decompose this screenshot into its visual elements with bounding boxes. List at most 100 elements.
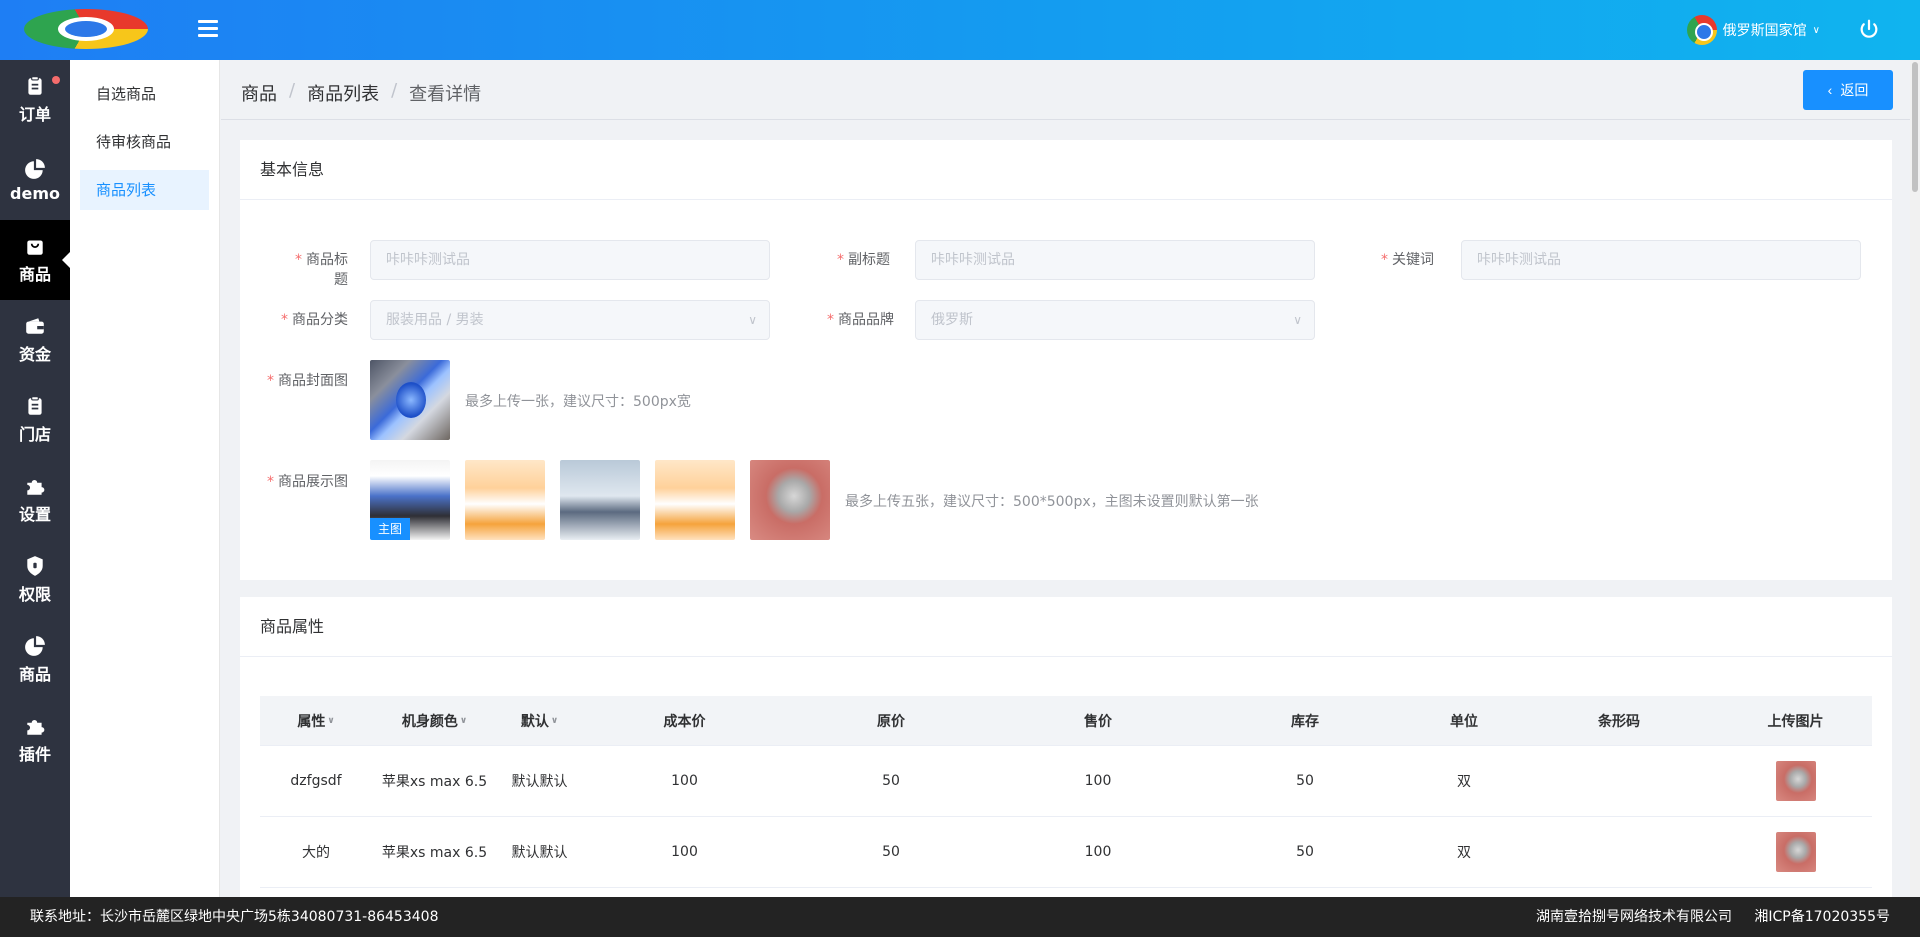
cell-cost: 100 (671, 773, 698, 789)
table-row: dzfgsdf 苹果xs max 6.5 默认默认 100 50 100 50 … (260, 746, 1872, 817)
sidebar-item-label: 商品 (18, 265, 51, 284)
sidebar-item-plugins[interactable]: 插件 (0, 700, 70, 780)
cover-image[interactable] (370, 360, 450, 440)
column-header: 售价 (1084, 713, 1112, 730)
field-label: * 商品分类 (281, 312, 348, 328)
category-select[interactable]: 服装用品 / 男装 ∨ (370, 300, 770, 340)
main-image-badge: 主图 (370, 518, 410, 540)
breadcrumb-separator: / (391, 80, 398, 101)
cell-price: 100 (1084, 773, 1112, 789)
brand-select[interactable]: 俄罗斯 ∨ (915, 300, 1315, 340)
sidebar-item-orders[interactable]: 订单 (0, 60, 70, 140)
sidebar-item-demo[interactable]: demo (0, 140, 70, 220)
sidebar-item-funds[interactable]: 资金 (0, 300, 70, 380)
column-header: 原价 (877, 713, 905, 730)
column-header: 成本价 (663, 713, 706, 730)
sidebar-item-label: demo (10, 183, 60, 203)
category-select-value: 服装用品 / 男装 (386, 312, 484, 328)
chevron-down-icon: ∨ (748, 313, 757, 327)
scrollbar-thumb[interactable] (1912, 62, 1918, 192)
sidebar-item-label: 设置 (18, 505, 51, 524)
cell-default: 默认默认 (511, 774, 568, 790)
sidebar-item-settings[interactable]: 设置 (0, 460, 70, 540)
product-title-input[interactable]: 咔咔咔测试品 (370, 240, 770, 280)
clipboard-icon (28, 76, 42, 95)
top-header: 俄罗斯国家馆 ∨ (0, 0, 1920, 60)
submenu-item-pending-review[interactable]: 待审核商品 (80, 122, 209, 162)
attributes-card: 商品属性 属性 ∨ 机身颜色 ∨ 默认 ∨ 成本价 原价 售价 库存 单位 条形码 上… (240, 597, 1892, 897)
pie-chart-icon (25, 158, 45, 179)
brand-select-value: 俄罗斯 (931, 312, 973, 328)
sidebar-item-label: 门店 (18, 425, 51, 444)
cell-image (1719, 746, 1872, 816)
puzzle-icon (27, 479, 45, 495)
display-image-5[interactable] (750, 460, 830, 540)
sidebar-item-permissions[interactable]: 权限 (0, 540, 70, 620)
back-button[interactable]: ‹ 返回 (1803, 70, 1893, 110)
keywords-input[interactable]: 咔咔咔测试品 (1461, 240, 1861, 280)
breadcrumb-item[interactable]: 商品列表 (307, 80, 379, 106)
sidebar-item-products[interactable]: 商品 (0, 220, 70, 300)
column-header: 库存 (1291, 713, 1319, 730)
user-menu[interactable]: 俄罗斯国家馆 ∨ (1686, 14, 1820, 46)
field-label: * 商品品牌 (827, 312, 894, 328)
logo[interactable] (24, 9, 148, 49)
pie-chart-icon (25, 636, 45, 656)
chevron-left-icon: ‹ (1827, 82, 1833, 98)
page-scrollbar[interactable] (1910, 60, 1920, 897)
cell-attr: 大的 (302, 845, 330, 861)
column-header[interactable]: 机身颜色 ∨ (372, 696, 497, 745)
breadcrumb-item[interactable]: 商品 (241, 80, 277, 106)
field-label: * 商品封面图 (267, 373, 348, 389)
sidebar-item-label: 权限 (18, 585, 51, 604)
notification-dot (52, 76, 60, 84)
back-button-label: 返回 (1840, 82, 1869, 98)
uploaded-image[interactable] (1775, 832, 1816, 872)
column-header: 单位 (1450, 713, 1478, 730)
footer-icp[interactable]: 湘ICP备17020355号 (1754, 897, 1890, 937)
sidebar-item-label: 资金 (18, 345, 51, 364)
menu-toggle-icon[interactable] (198, 20, 218, 38)
user-name: 俄罗斯国家馆 (1722, 23, 1807, 39)
cell-unit: 双 (1457, 845, 1471, 861)
column-header[interactable]: 默认 ∨ (497, 696, 582, 745)
uploaded-image[interactable] (1775, 761, 1816, 801)
cell-attr: dzfgsdf (290, 773, 342, 789)
sidebar-item-stores[interactable]: 门店 (0, 380, 70, 460)
submenu-item-product-list[interactable]: 商品列表 (80, 170, 209, 210)
shield-icon (27, 556, 43, 576)
cover-image-hint: 最多上传一张，建议尺寸：500px宽 (465, 394, 691, 410)
clipboard-icon (28, 396, 42, 415)
cell-image (1719, 817, 1872, 887)
sidebar-item-label: 订单 (18, 105, 51, 124)
avatar (1686, 15, 1717, 45)
bag-icon (27, 240, 43, 255)
sort-icon: ∨ (327, 715, 335, 726)
breadcrumb-current: 查看详情 (409, 84, 482, 105)
section-title: 商品属性 (240, 597, 1892, 657)
sidebar-item-label: 插件 (18, 745, 51, 764)
subtitle-input[interactable]: 咔咔咔测试品 (915, 240, 1315, 280)
display-image-1[interactable]: 主图 (370, 460, 450, 540)
chevron-down-icon: ∨ (1812, 24, 1820, 36)
cell-price: 100 (1084, 844, 1112, 860)
field-label: * 关键词 (1381, 252, 1434, 268)
column-header[interactable]: 属性 ∨ (260, 696, 372, 745)
display-image-2[interactable] (465, 460, 545, 540)
cell-color: 苹果xs max 6.5 (381, 774, 488, 790)
power-icon[interactable] (1858, 18, 1880, 40)
display-image-4[interactable] (655, 460, 735, 540)
field-label: * 商品展示图 (267, 474, 348, 490)
cell-color: 苹果xs max 6.5 (381, 845, 488, 861)
main-sidebar: 订单 demo 商品 资金 门店 设置 权限 商品 插件 (0, 60, 70, 897)
chevron-down-icon: ∨ (1293, 313, 1302, 327)
field-label: * 商品标题 (295, 252, 348, 288)
column-header: 上传图片 (1767, 713, 1824, 730)
display-image-3[interactable] (560, 460, 640, 540)
table-row: 大的 苹果xs max 6.5 默认默认 100 50 100 50 双 (260, 817, 1872, 888)
footer-company: 湖南壹拾捌号网络技术有限公司 (1536, 909, 1732, 925)
submenu-item-selected-products[interactable]: 自选商品 (80, 74, 209, 114)
basic-info-card: 基本信息 * 商品标题 咔咔咔测试品 * 副标题 咔咔咔测试品 * 关键词 咔咔咔测试… (240, 140, 1892, 580)
sidebar-item-products-2[interactable]: 商品 (0, 620, 70, 700)
breadcrumb-separator: / (289, 80, 296, 101)
